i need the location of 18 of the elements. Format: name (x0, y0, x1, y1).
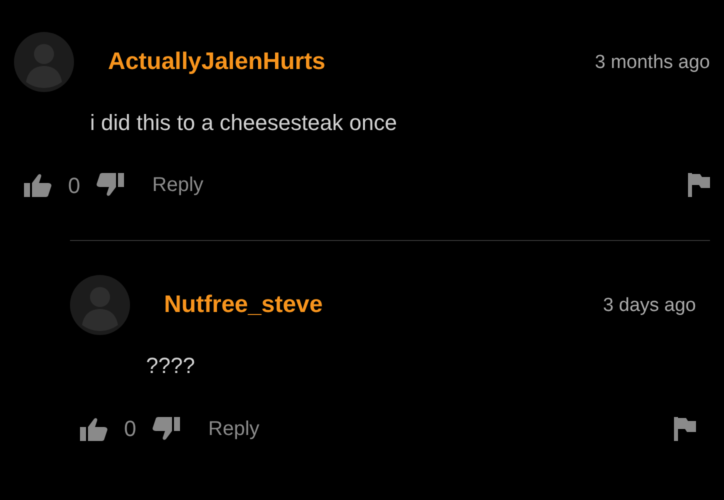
thumbs-down-icon[interactable] (152, 416, 180, 441)
timestamp: 3 days ago (603, 296, 696, 315)
avatar-icon (14, 32, 74, 92)
timestamp: 3 months ago (594, 52, 710, 72)
comment-text: ???? (146, 353, 196, 380)
flag-icon[interactable] (674, 416, 696, 441)
reply-button[interactable]: Reply (152, 170, 204, 200)
like-count: 0 (124, 415, 136, 444)
username[interactable]: ActuallyJalenHurts (108, 50, 326, 74)
thumbs-up-icon[interactable] (24, 173, 52, 198)
avatar-icon (70, 275, 130, 336)
thumbs-down-icon[interactable] (96, 173, 124, 198)
username[interactable]: Nutfree_steve (164, 293, 323, 318)
thumbs-up-icon[interactable] (80, 416, 108, 441)
comment-text: i did this to a cheesesteak once (90, 110, 398, 136)
flag-icon[interactable] (688, 173, 710, 198)
like-count: 0 (68, 172, 80, 200)
reply-button[interactable]: Reply (208, 414, 260, 444)
